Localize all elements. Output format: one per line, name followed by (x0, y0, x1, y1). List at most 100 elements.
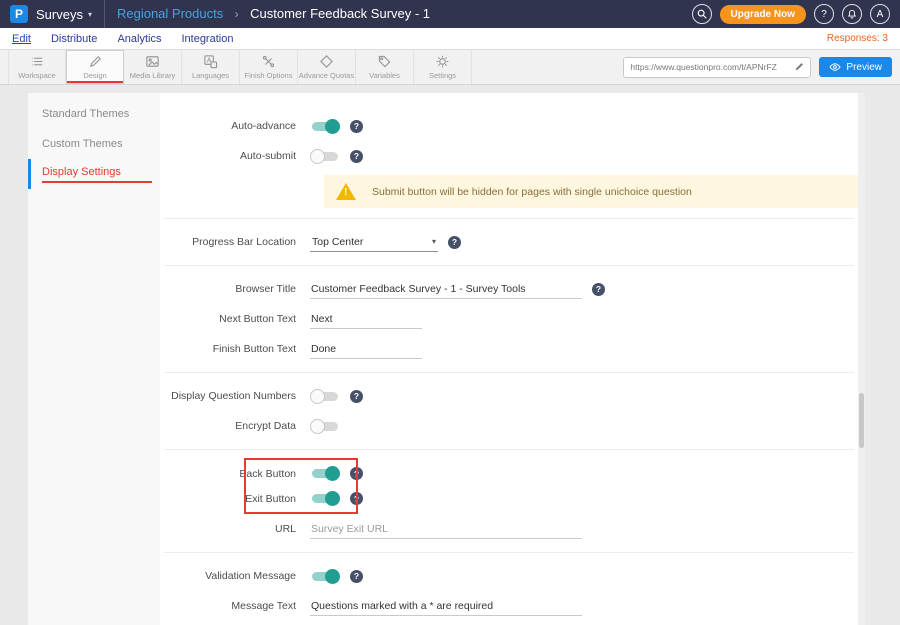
help-icon[interactable]: ? (592, 283, 605, 296)
tab-label: Languages (192, 71, 229, 80)
avatar[interactable]: A (870, 4, 890, 24)
tab-label: Variables (369, 71, 400, 80)
tab-design[interactable]: Design (66, 50, 124, 84)
warning-text: Submit button will be hidden for pages w… (372, 186, 692, 198)
help-icon[interactable]: ? (350, 492, 363, 505)
menu-item-integration[interactable]: Integration (181, 33, 233, 45)
auto-submit-row: Auto-submit ? (160, 141, 858, 171)
sidebar-item-custom-themes[interactable]: Custom Themes (28, 129, 160, 159)
chevron-down-icon: ▾ (88, 10, 92, 19)
sidebar-item-standard-themes[interactable]: Standard Themes (28, 99, 160, 129)
tab-variables[interactable]: Variables (356, 50, 414, 84)
exit-url-row: URL (160, 514, 858, 544)
right-gutter (858, 93, 900, 625)
tab-settings[interactable]: Settings (414, 50, 472, 84)
auto-submit-label: Auto-submit (160, 150, 310, 162)
menu-item-distribute[interactable]: Distribute (51, 33, 97, 45)
preview-button[interactable]: Preview (819, 57, 892, 77)
display-settings-panel: Auto-advance ? Auto-submit ? ! Submit bu… (160, 93, 858, 625)
warning-triangle-icon: ! (336, 183, 356, 200)
progress-bar-location-select[interactable]: Top Center ▾ (310, 233, 438, 252)
tab-label: Settings (429, 71, 456, 80)
eye-icon (829, 61, 841, 73)
back-button-label: Back Button (160, 468, 310, 480)
breadcrumb-survey-title: Customer Feedback Survey - 1 (250, 6, 430, 21)
languages-icon: A (203, 54, 218, 69)
section-divider (164, 449, 854, 450)
design-sidebar: Standard Themes Custom Themes Display Se… (28, 93, 160, 625)
survey-url-text: https://www.questionpro.com/t/APNrFZ (630, 62, 789, 72)
finish-options-icon (261, 54, 276, 69)
tab-media-library[interactable]: Media Library (124, 50, 182, 84)
scrollbar-thumb[interactable] (859, 393, 864, 448)
scrollbar[interactable] (858, 93, 865, 625)
help-icon[interactable]: ? (350, 150, 363, 163)
submit-hidden-warning: ! Submit button will be hidden for pages… (324, 175, 858, 208)
menu-item-analytics[interactable]: Analytics (117, 33, 161, 45)
back-button-row: Back Button ? (160, 461, 858, 486)
finish-button-text-input[interactable] (310, 340, 422, 359)
edit-pencil-icon[interactable] (794, 62, 804, 72)
content-area: Standard Themes Custom Themes Display Se… (0, 85, 900, 625)
help-icon[interactable]: ? (350, 570, 363, 583)
next-button-text-input[interactable] (310, 310, 422, 329)
help-button[interactable]: ? (814, 4, 834, 24)
social-network-toolbar-row: Social Network Toolbar ? (160, 621, 858, 625)
exit-button-toggle[interactable] (310, 491, 340, 506)
validation-message-row: Validation Message ? (160, 561, 858, 591)
validation-message-toggle[interactable] (310, 569, 340, 584)
tab-advance-quotas[interactable]: Advance Quotas (298, 50, 356, 84)
encrypt-data-label: Encrypt Data (160, 420, 310, 432)
menu-item-edit[interactable]: Edit (12, 33, 31, 45)
back-button-toggle[interactable] (310, 466, 340, 481)
exit-url-input[interactable] (310, 520, 582, 539)
tab-finish-options[interactable]: Finish Options (240, 50, 298, 84)
validation-message-label: Validation Message (160, 570, 310, 582)
search-icon (696, 8, 708, 20)
browser-title-input[interactable] (310, 280, 582, 299)
tab-label: Workspace (18, 71, 55, 80)
topbar-divider (104, 0, 105, 28)
section-divider (164, 218, 854, 219)
tab-label: Finish Options (245, 71, 293, 80)
surveys-menu[interactable]: Surveys ▾ (36, 7, 92, 22)
upgrade-now-button[interactable]: Upgrade Now (720, 5, 806, 24)
auto-advance-toggle[interactable] (310, 119, 340, 134)
sidebar-item-display-settings[interactable]: Display Settings (28, 159, 160, 189)
tab-label: Design (83, 71, 106, 80)
survey-url-field[interactable]: https://www.questionpro.com/t/APNrFZ (623, 57, 811, 78)
next-button-text-label: Next Button Text (160, 313, 310, 325)
chevron-down-icon: ▾ (432, 237, 436, 246)
section-divider (164, 552, 854, 553)
tab-languages[interactable]: A Languages (182, 50, 240, 84)
tab-workspace[interactable]: Workspace (8, 50, 66, 84)
media-library-icon (145, 54, 160, 69)
display-question-numbers-toggle[interactable] (310, 389, 340, 404)
help-icon[interactable]: ? (448, 236, 461, 249)
breadcrumb-folder[interactable]: Regional Products (117, 6, 223, 21)
questionpro-logo[interactable]: P (10, 5, 28, 23)
auto-advance-label: Auto-advance (160, 120, 310, 132)
auto-advance-row: Auto-advance ? (160, 111, 858, 141)
message-text-input[interactable] (310, 597, 582, 616)
display-question-numbers-label: Display Question Numbers (160, 390, 310, 402)
topbar-right: Upgrade Now ? A (692, 4, 890, 24)
help-icon[interactable]: ? (350, 120, 363, 133)
progress-bar-location-label: Progress Bar Location (160, 236, 310, 248)
topbar-left: P Surveys ▾ Regional Products › Customer… (10, 0, 430, 28)
encrypt-data-toggle[interactable] (310, 419, 340, 434)
finish-button-text-label: Finish Button Text (160, 343, 310, 355)
responses-count[interactable]: Responses: 3 (827, 33, 888, 44)
sidebar-item-label: Custom Themes (42, 138, 123, 150)
help-icon[interactable]: ? (350, 467, 363, 480)
notifications-button[interactable] (842, 4, 862, 24)
search-button[interactable] (692, 4, 712, 24)
help-icon[interactable]: ? (350, 390, 363, 403)
auto-submit-toggle[interactable] (310, 149, 340, 164)
section-divider (164, 265, 854, 266)
browser-title-label: Browser Title (160, 283, 310, 295)
section-divider (164, 372, 854, 373)
progress-bar-location-row: Progress Bar Location Top Center ▾ ? (160, 227, 858, 257)
exit-button-row: Exit Button ? (160, 486, 858, 511)
encrypt-data-row: Encrypt Data (160, 411, 858, 441)
